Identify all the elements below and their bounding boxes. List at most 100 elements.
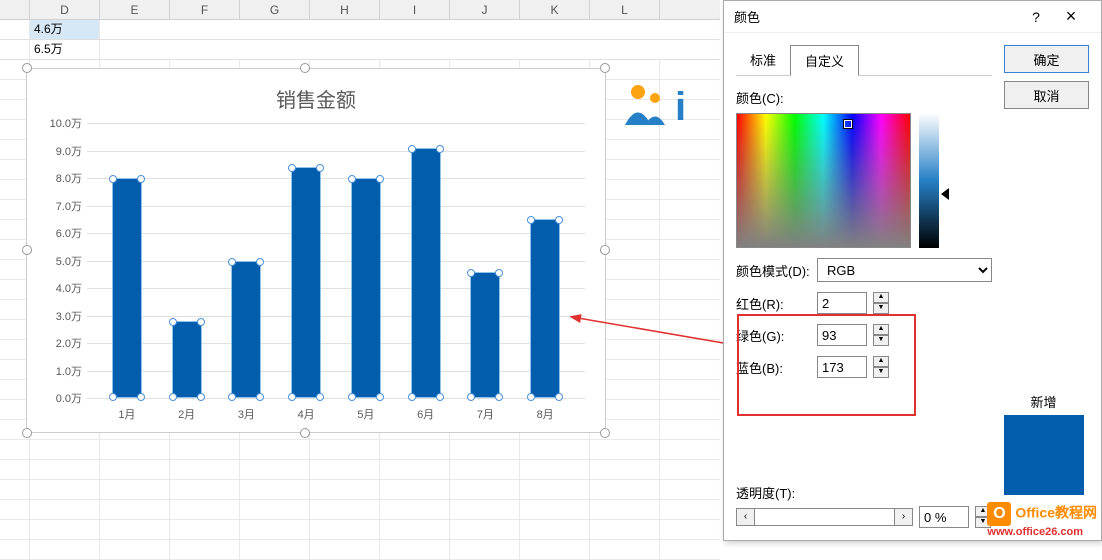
plot-area[interactable]: 0.0万1.0万2.0万3.0万4.0万5.0万6.0万7.0万8.0万9.0万… (87, 123, 585, 398)
tab-standard[interactable]: 标准 (736, 45, 790, 75)
bar[interactable] (291, 167, 321, 398)
y-tick: 4.0万 (56, 280, 82, 296)
col-i[interactable]: I (380, 0, 450, 19)
selection-handle[interactable] (600, 245, 610, 255)
bar-handle[interactable] (467, 269, 475, 277)
dialog-titlebar[interactable]: 颜色 ? × (724, 1, 1101, 33)
green-input[interactable] (817, 324, 867, 346)
bar-handle[interactable] (228, 393, 236, 401)
bar[interactable] (351, 178, 381, 398)
office-icon: O (987, 502, 1011, 526)
bar-handle[interactable] (169, 393, 177, 401)
bar-handle[interactable] (109, 393, 117, 401)
scroll-left[interactable]: ‹ (737, 509, 755, 525)
column-headers: D E F G H I J K L (0, 0, 720, 20)
scroll-right[interactable]: › (894, 509, 912, 525)
y-tick: 2.0万 (56, 335, 82, 351)
blue-up[interactable]: ▲ (873, 356, 889, 367)
close-button[interactable]: × (1051, 6, 1091, 27)
bars[interactable] (87, 123, 585, 398)
chart[interactable]: 销售金额 0.0万1.0万2.0万3.0万4.0万5.0万6.0万7.0万8.0… (26, 68, 606, 433)
mode-select[interactable]: RGB (817, 258, 992, 282)
col-h[interactable]: H (310, 0, 380, 19)
bar[interactable] (231, 261, 261, 399)
bar-handle[interactable] (555, 216, 563, 224)
bar-handle[interactable] (256, 393, 264, 401)
bar[interactable] (112, 178, 142, 398)
bar[interactable] (470, 272, 500, 399)
bar-handle[interactable] (197, 318, 205, 326)
y-tick: 3.0万 (56, 308, 82, 324)
col-e[interactable]: E (100, 0, 170, 19)
luminance-slider[interactable] (919, 113, 939, 248)
bar-handle[interactable] (137, 393, 145, 401)
bar-handle[interactable] (228, 258, 236, 266)
bar-handle[interactable] (408, 393, 416, 401)
bar-handle[interactable] (376, 175, 384, 183)
selection-handle[interactable] (300, 63, 310, 73)
green-up[interactable]: ▲ (873, 324, 889, 335)
bar-handle[interactable] (197, 393, 205, 401)
col-g[interactable]: G (240, 0, 310, 19)
bar[interactable] (172, 321, 202, 398)
bar-handle[interactable] (527, 216, 535, 224)
y-tick: 0.0万 (56, 390, 82, 406)
col-f[interactable]: F (170, 0, 240, 19)
bar-handle[interactable] (169, 318, 177, 326)
selection-handle[interactable] (22, 63, 32, 73)
bar-handle[interactable] (288, 393, 296, 401)
x-tick: 3月 (231, 406, 261, 422)
bar-handle[interactable] (137, 175, 145, 183)
selection-handle[interactable] (600, 428, 610, 438)
bar-handle[interactable] (256, 258, 264, 266)
transparency-input[interactable] (919, 506, 969, 528)
bar[interactable] (530, 219, 560, 398)
bar-handle[interactable] (316, 164, 324, 172)
bar-handle[interactable] (408, 145, 416, 153)
green-down[interactable]: ▼ (873, 335, 889, 346)
red-input[interactable] (817, 292, 867, 314)
picker-cursor[interactable] (844, 120, 852, 128)
bar-handle[interactable] (109, 175, 117, 183)
slider-thumb[interactable] (941, 188, 949, 200)
ok-button[interactable]: 确定 (1004, 45, 1089, 73)
bar[interactable] (411, 148, 441, 398)
bar-handle[interactable] (555, 393, 563, 401)
bar-handle[interactable] (495, 269, 503, 277)
red-up[interactable]: ▲ (873, 292, 889, 303)
red-down[interactable]: ▼ (873, 303, 889, 314)
col-d[interactable]: D (30, 0, 100, 19)
bar-handle[interactable] (288, 164, 296, 172)
bar-handle[interactable] (376, 393, 384, 401)
col-k[interactable]: K (520, 0, 590, 19)
bar-handle[interactable] (495, 393, 503, 401)
selection-handle[interactable] (22, 245, 32, 255)
bar-handle[interactable] (467, 393, 475, 401)
transparency-label: 透明度(T): (736, 483, 991, 502)
bar-handle[interactable] (348, 175, 356, 183)
transparency-scrollbar[interactable]: ‹ › (736, 508, 913, 526)
y-tick: 6.0万 (56, 225, 82, 241)
col-l[interactable]: L (590, 0, 660, 19)
bar-handle[interactable] (348, 393, 356, 401)
blue-down[interactable]: ▼ (873, 367, 889, 378)
bar-handle[interactable] (436, 145, 444, 153)
col-j[interactable]: J (450, 0, 520, 19)
selection-handle[interactable] (22, 428, 32, 438)
logo-text: i (675, 85, 686, 130)
x-tick: 7月 (470, 406, 500, 422)
cell-d1[interactable]: 4.6万 (30, 20, 100, 39)
saturation-picker[interactable] (736, 113, 911, 248)
selection-handle[interactable] (600, 63, 610, 73)
cancel-button[interactable]: 取消 (1004, 81, 1089, 109)
tab-custom[interactable]: 自定义 (790, 45, 859, 76)
bar-handle[interactable] (527, 393, 535, 401)
cell-d2[interactable]: 6.5万 (30, 40, 100, 59)
selection-handle[interactable] (300, 428, 310, 438)
help-button[interactable]: ? (1021, 9, 1051, 25)
bar-handle[interactable] (316, 393, 324, 401)
blue-input[interactable] (817, 356, 867, 378)
bar-handle[interactable] (436, 393, 444, 401)
dialog-title: 颜色 (734, 7, 1021, 26)
chart-title[interactable]: 销售金额 (27, 69, 605, 123)
